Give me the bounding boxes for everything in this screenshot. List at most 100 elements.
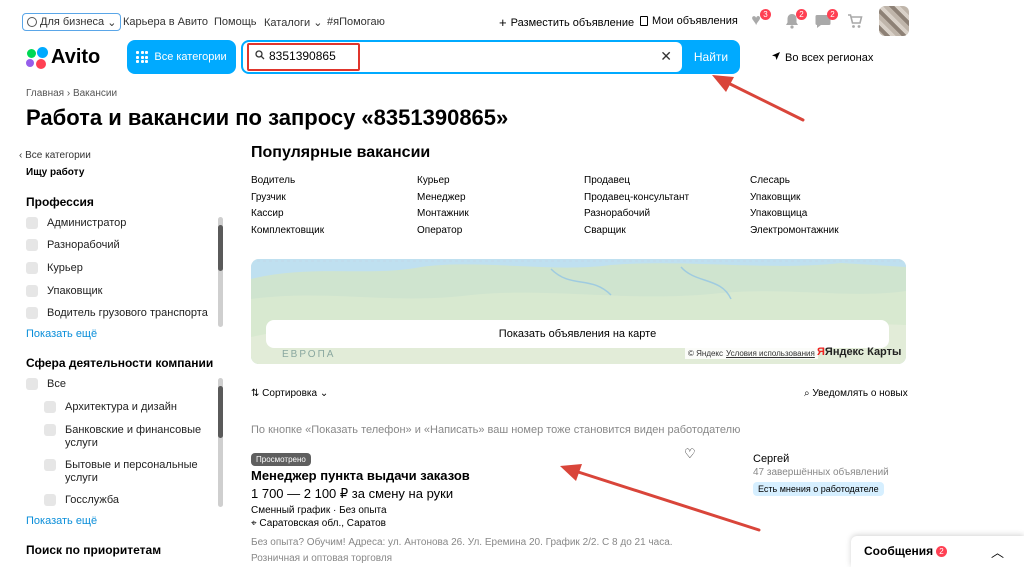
notifications-badge: 2 bbox=[796, 9, 807, 20]
logo-text: Avito bbox=[51, 46, 101, 68]
favorite-heart-icon[interactable]: ♡ bbox=[684, 446, 696, 462]
profession-checkbox[interactable]: Администратор bbox=[26, 217, 126, 229]
nav-help[interactable]: Помощь bbox=[214, 16, 257, 28]
chevron-down-icon: ⌄ bbox=[107, 16, 117, 29]
map-region-label: ЕВРОПА bbox=[282, 349, 336, 360]
popular-link[interactable]: Упаковщица bbox=[750, 207, 901, 220]
profession-checkbox[interactable]: Упаковщик bbox=[26, 285, 102, 297]
seller-name[interactable]: Сергей bbox=[753, 453, 789, 465]
profession-scrollbar[interactable] bbox=[218, 217, 223, 327]
location-pin-icon: ⌖ bbox=[251, 518, 257, 529]
vacancy-category: Розничная и оптовая торговля bbox=[251, 553, 393, 564]
viewed-badge: Просмотрено bbox=[251, 453, 311, 466]
popular-link[interactable]: Слесарь bbox=[750, 174, 901, 187]
show-more-spheres[interactable]: Показать ещё bbox=[26, 515, 97, 527]
popular-link[interactable]: Продавец-консультант bbox=[584, 191, 750, 204]
grid-icon bbox=[136, 51, 149, 63]
sidebar-subtitle: Ищу работу bbox=[26, 167, 85, 178]
messages-badge: 2 bbox=[827, 9, 838, 20]
clear-icon[interactable]: ✕ bbox=[660, 48, 672, 65]
messages-label: Сообщения bbox=[864, 544, 934, 558]
my-ads-button[interactable]: Мои объявления bbox=[640, 15, 738, 27]
show-on-map-button[interactable]: Показать объявления на карте bbox=[266, 320, 889, 348]
notifications-bell-icon[interactable]: 2 bbox=[783, 9, 807, 30]
sphere-heading: Сфера деятельности компании bbox=[26, 356, 214, 370]
business-icon bbox=[27, 17, 37, 27]
popular-link[interactable]: Монтажник bbox=[417, 207, 584, 220]
sphere-checkbox[interactable]: Архитектура и дизайн bbox=[44, 401, 177, 413]
popular-link[interactable]: Менеджер bbox=[417, 191, 584, 204]
nav-career[interactable]: Карьера в Авито bbox=[123, 16, 208, 28]
search-input[interactable] bbox=[269, 49, 569, 63]
vacancy-salary: 1 700 — 2 100 ₽ за смену на руки bbox=[251, 486, 454, 501]
favorites-icon[interactable]: ♥ 3 bbox=[747, 9, 771, 30]
messages-icon[interactable]: 2 bbox=[814, 9, 838, 30]
profession-checkbox[interactable]: Курьер bbox=[26, 262, 83, 274]
popular-link[interactable]: Продавец bbox=[584, 174, 750, 187]
avito-logo[interactable]: Avito bbox=[26, 46, 100, 69]
sphere-checkbox[interactable]: Госслужба bbox=[44, 494, 119, 506]
location-arrow-icon bbox=[771, 51, 781, 64]
vacancy-title[interactable]: Менеджер пункта выдачи заказов bbox=[251, 468, 470, 483]
seller-reviews-tag[interactable]: Есть мнения о работодателе bbox=[753, 482, 884, 496]
sphere-all-checkbox[interactable]: Все bbox=[26, 378, 66, 390]
seller-completed-count: 47 завершённых объявлений bbox=[753, 467, 889, 478]
region-selector[interactable]: Во всех регионах bbox=[771, 51, 873, 64]
chevron-up-icon[interactable]: ︿ bbox=[991, 542, 1004, 561]
sort-dropdown[interactable]: ⇅ Сортировка ⌄ bbox=[251, 388, 328, 399]
popular-vacancies-heading: Популярные вакансии bbox=[251, 144, 431, 161]
popular-link[interactable]: Кассир bbox=[251, 207, 417, 220]
map-preview[interactable]: Показать объявления на карте ЕВРОПА © Ян… bbox=[251, 259, 906, 364]
map-copyright: © Яндекс Условия использования bbox=[685, 348, 818, 359]
nav-i-help[interactable]: #яПомогаю bbox=[327, 16, 385, 28]
priority-heading: Поиск по приоритетам bbox=[26, 543, 162, 557]
sort-icon: ⇅ bbox=[251, 388, 260, 399]
popular-link[interactable]: Упаковщик bbox=[750, 191, 901, 204]
messages-panel[interactable]: Сообщения 2 ︿ bbox=[851, 536, 1024, 567]
popular-link[interactable]: Грузчик bbox=[251, 191, 417, 204]
search-bar: ✕ Найти bbox=[241, 40, 740, 74]
profession-heading: Профессия bbox=[26, 195, 94, 209]
profession-checkbox[interactable]: Разнорабочий bbox=[26, 239, 120, 251]
popular-link[interactable]: Электромонтажник bbox=[750, 224, 901, 237]
popular-link[interactable]: Сварщик bbox=[584, 224, 750, 237]
annotation-arrow-vacancy bbox=[560, 464, 761, 532]
post-ad-button[interactable]: + Разместить объявление bbox=[499, 15, 634, 30]
all-categories-button[interactable]: Все категории bbox=[127, 40, 236, 74]
find-button[interactable]: Найти bbox=[682, 40, 740, 74]
back-to-categories-link[interactable]: ‹ Все категории bbox=[19, 150, 91, 161]
business-button[interactable]: Для бизнеса ⌄ bbox=[22, 13, 122, 31]
vacancy-schedule: Сменный график · Без опыта bbox=[251, 505, 387, 516]
phone-visibility-note: По кнопке «Показать телефон» и «Написать… bbox=[251, 424, 741, 436]
vacancy-description: Без опыта? Обучим! Адреса: ул. Антонова … bbox=[251, 537, 673, 548]
sphere-checkbox[interactable]: Банковские и финансовые услуги bbox=[44, 424, 204, 450]
page-title: Работа и вакансии по запросу «8351390865… bbox=[26, 105, 509, 130]
popular-link[interactable]: Оператор bbox=[417, 224, 584, 237]
yandex-maps-logo: ЯЯндекс Карты bbox=[817, 346, 902, 358]
cart-icon[interactable] bbox=[846, 12, 864, 30]
avatar[interactable] bbox=[879, 6, 909, 36]
popular-link[interactable]: Курьер bbox=[417, 174, 584, 187]
sphere-scrollbar[interactable] bbox=[218, 378, 223, 507]
avito-logo-icon bbox=[26, 46, 48, 69]
vacancy-location: ⌖ Саратовская обл., Саратов bbox=[251, 518, 386, 529]
business-label: Для бизнеса bbox=[40, 16, 105, 28]
profession-checkbox[interactable]: Водитель грузового транспорта bbox=[26, 307, 208, 319]
search-bell-icon: ⌕ bbox=[804, 388, 810, 399]
top-bar: Для бизнеса ⌄ Карьера в Авито Помощь Кат… bbox=[0, 0, 1024, 42]
map-terms-link[interactable]: Условия использования bbox=[726, 349, 815, 358]
popular-link[interactable]: Разнорабочий bbox=[584, 207, 750, 220]
search-box[interactable]: ✕ bbox=[243, 42, 682, 72]
favorites-badge: 3 bbox=[760, 9, 771, 20]
sphere-checkbox[interactable]: Бытовые и персональные услуги bbox=[44, 459, 204, 485]
nav-catalogs[interactable]: Каталоги ⌄ bbox=[264, 16, 322, 29]
breadcrumb[interactable]: Главная › Вакансии bbox=[26, 88, 117, 99]
popular-vacancies-grid: Водитель Курьер Продавец Слесарь Грузчик… bbox=[251, 174, 901, 237]
popular-link[interactable]: Водитель bbox=[251, 174, 417, 187]
document-icon bbox=[640, 16, 648, 26]
notify-new-button[interactable]: ⌕ Уведомлять о новых bbox=[804, 388, 908, 399]
popular-link[interactable]: Комплектовщик bbox=[251, 224, 417, 237]
show-more-professions[interactable]: Показать ещё bbox=[26, 328, 97, 340]
plus-icon: + bbox=[499, 15, 507, 30]
messages-count-badge: 2 bbox=[936, 546, 947, 557]
